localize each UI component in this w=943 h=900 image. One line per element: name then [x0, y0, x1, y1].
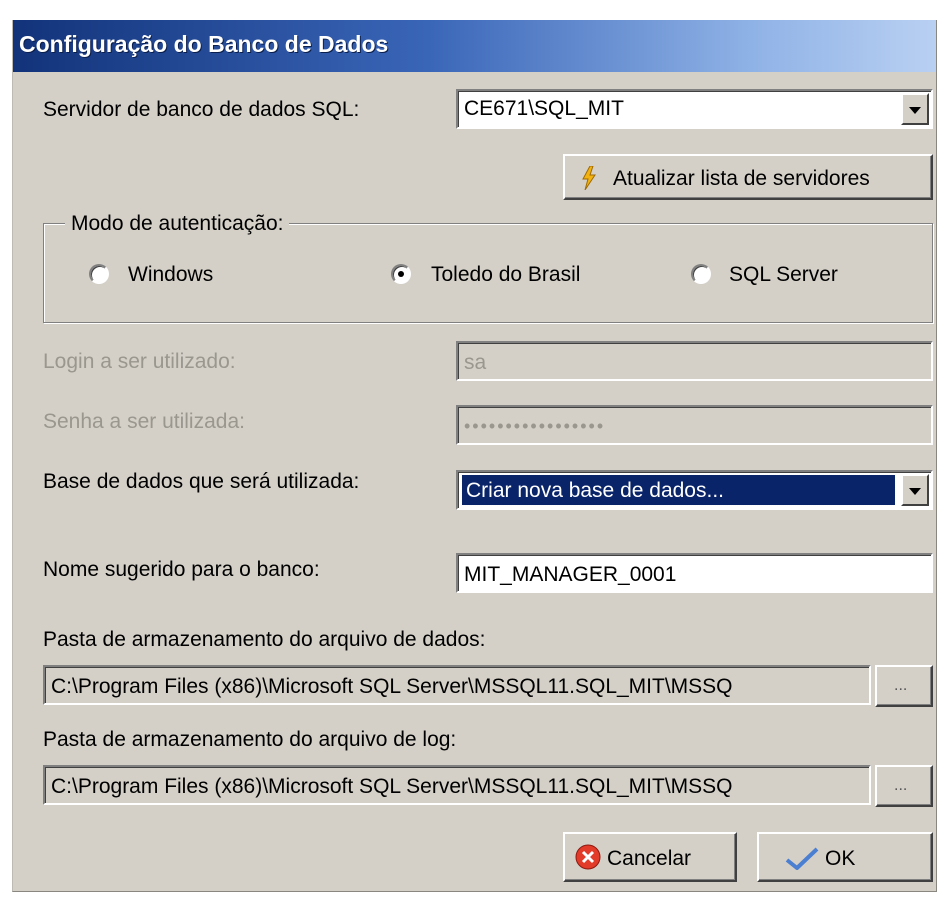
data-folder-browse-label: ... [894, 677, 908, 694]
auth-mode-legend: Modo de autenticação: [65, 212, 290, 236]
refresh-servers-label: Atualizar lista de servidores [613, 167, 870, 190]
login-label: Login a ser utilizado: [43, 350, 236, 373]
refresh-servers-button[interactable]: Atualizar lista de servidores [563, 154, 933, 200]
db-name-value: MIT_MANAGER_0001 [464, 563, 677, 586]
title-bar: Configuração do Banco de Dados [13, 20, 936, 72]
data-folder-value: C:\Program Files (x86)\Microsoft SQL Ser… [51, 675, 733, 698]
auth-option-sqlserver: SQL Server [729, 263, 838, 286]
server-value: CE671\SQL_MIT [464, 97, 624, 120]
log-folder-browse-label: ... [894, 777, 908, 794]
log-folder-browse-button[interactable]: ... [875, 765, 933, 807]
red-x-icon [575, 844, 601, 870]
login-value: sa [464, 351, 487, 374]
log-folder-value: C:\Program Files (x86)\Microsoft SQL Ser… [51, 775, 733, 798]
login-field[interactable]: sa [456, 341, 933, 381]
log-folder-field[interactable]: C:\Program Files (x86)\Microsoft SQL Ser… [43, 765, 871, 805]
checkmark-icon [785, 847, 819, 870]
log-folder-label: Pasta de armazenamento do arquivo de log… [43, 728, 457, 751]
database-dropdown-button[interactable] [901, 474, 929, 506]
window-title: Configuração do Banco de Dados [19, 31, 389, 57]
server-dropdown-button[interactable] [901, 93, 929, 125]
password-field[interactable]: ••••••••••••••••• [456, 405, 933, 445]
data-folder-field[interactable]: C:\Program Files (x86)\Microsoft SQL Ser… [43, 665, 871, 705]
cancel-button[interactable]: Cancelar [563, 832, 737, 882]
auth-radio-toledo[interactable] [391, 264, 411, 284]
data-folder-label: Pasta de armazenamento do arquivo de dad… [43, 628, 486, 651]
database-combo[interactable]: Criar nova base de dados... [456, 470, 933, 510]
ok-button[interactable]: OK [757, 832, 933, 882]
password-label: Senha a ser utilizada: [43, 410, 245, 433]
ok-label: OK [825, 847, 856, 870]
server-combo[interactable]: CE671\SQL_MIT [456, 89, 933, 129]
password-value: ••••••••••••••••• [464, 416, 606, 436]
lightning-refresh-icon [582, 166, 596, 190]
database-value: Criar nova base de dados... [461, 474, 896, 506]
auth-option-toledo: Toledo do Brasil [431, 263, 581, 286]
db-name-field[interactable]: MIT_MANAGER_0001 [456, 553, 933, 593]
db-name-label: Nome sugerido para o banco: [43, 558, 320, 581]
auth-radio-windows[interactable] [89, 264, 109, 284]
auth-radio-sqlserver[interactable] [691, 264, 711, 284]
auth-option-windows: Windows [128, 263, 214, 286]
database-config-dialog: Configuração do Banco de Dados Servidor … [12, 20, 937, 892]
data-folder-browse-button[interactable]: ... [875, 665, 933, 707]
cancel-label: Cancelar [607, 847, 692, 870]
server-label: Servidor de banco de dados SQL: [43, 98, 360, 121]
database-label: Base de dados que será utilizada: [43, 470, 360, 493]
